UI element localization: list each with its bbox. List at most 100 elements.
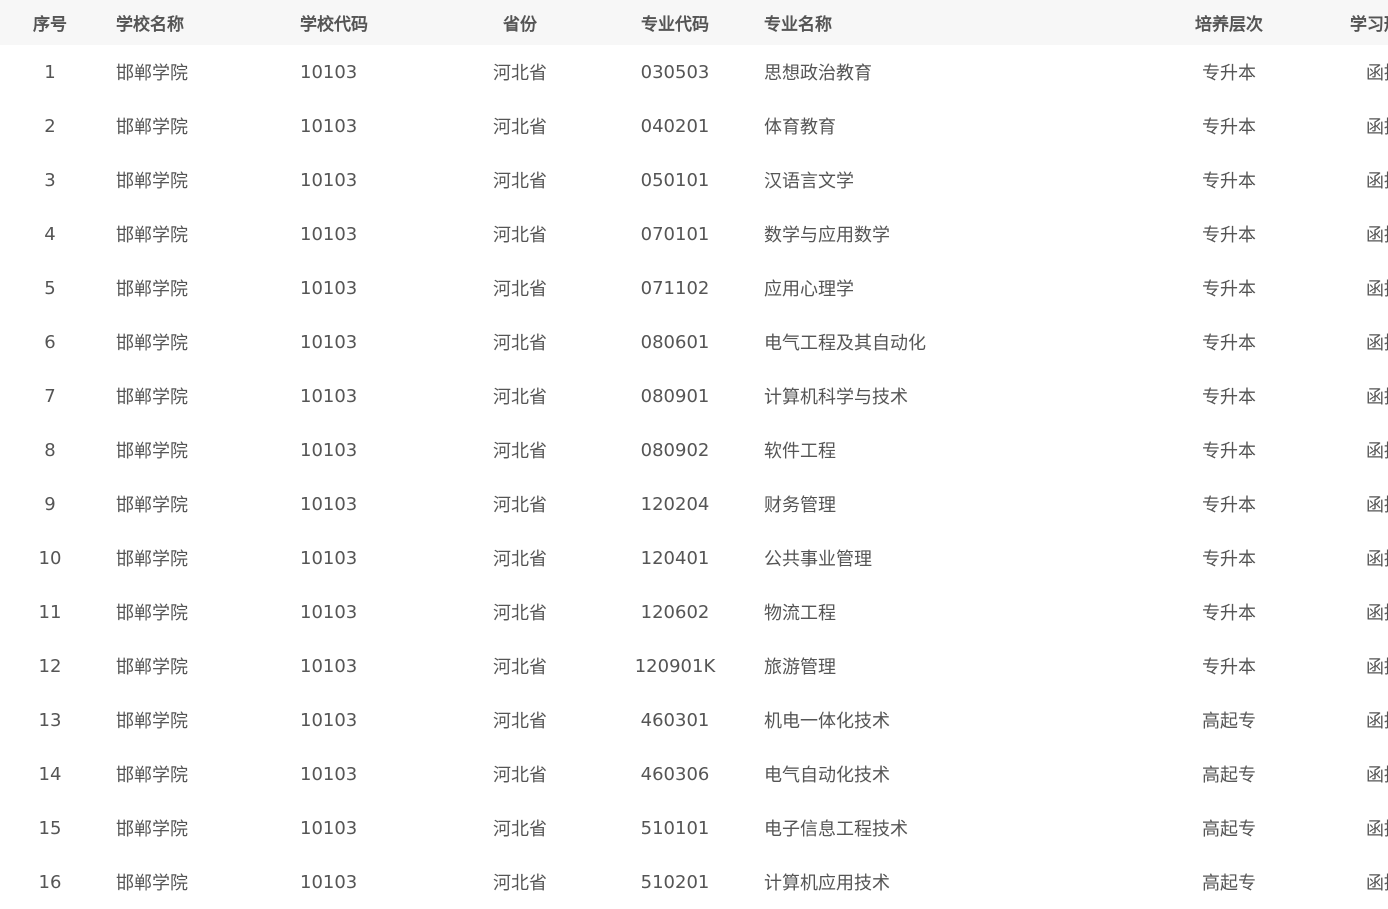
cell-level: 专升本 — [1202, 603, 1256, 624]
cell-province: 河北省 — [493, 603, 547, 624]
cell-major-code: 030503 — [640, 61, 710, 83]
header-major-code: 专业代码 — [641, 15, 709, 35]
cell-study-mode: 函授 — [1366, 549, 1388, 570]
cell-level: 专升本 — [1202, 495, 1256, 516]
cell-province: 河北省 — [493, 225, 547, 246]
cell-major-code: 080901 — [640, 385, 710, 407]
cell-level: 高起专 — [1202, 819, 1256, 840]
header-school-name: 学校名称 — [116, 15, 184, 35]
table-row: 13 邯郸学院 10103 河北省 460301 机电一体化技术 高起专 函授 — [0, 693, 1388, 747]
cell-province: 河北省 — [493, 711, 547, 732]
table-row: 15 邯郸学院 10103 河北省 510101 电子信息工程技术 高起专 函授 — [0, 801, 1388, 855]
cell-study-mode: 函授 — [1366, 63, 1388, 84]
cell-province: 河北省 — [493, 495, 547, 516]
cell-seq: 11 — [38, 601, 62, 623]
cell-province: 河北省 — [493, 117, 547, 138]
table-row: 4 邯郸学院 10103 河北省 070101 数学与应用数学 专升本 函授 — [0, 207, 1388, 261]
cell-school-code: 10103 — [300, 277, 358, 299]
cell-study-mode: 函授 — [1366, 819, 1388, 840]
cell-seq: 1 — [44, 61, 56, 83]
cell-level: 专升本 — [1202, 117, 1256, 138]
cell-school-name: 邯郸学院 — [116, 603, 188, 624]
cell-level: 专升本 — [1202, 171, 1256, 192]
cell-school-code: 10103 — [300, 709, 358, 731]
cell-major-name: 体育教育 — [764, 117, 836, 138]
cell-seq: 14 — [38, 763, 62, 785]
cell-school-code: 10103 — [300, 817, 358, 839]
header-study-mode: 学习形式 — [1350, 15, 1388, 35]
cell-major-code: 080601 — [640, 331, 710, 353]
cell-study-mode: 函授 — [1366, 171, 1388, 192]
cell-level: 专升本 — [1202, 387, 1256, 408]
cell-major-code: 460306 — [640, 763, 710, 785]
cell-seq: 3 — [44, 169, 56, 191]
cell-major-name: 机电一体化技术 — [764, 711, 890, 732]
table-row: 3 邯郸学院 10103 河北省 050101 汉语言文学 专升本 函授 — [0, 153, 1388, 207]
cell-major-name: 电气工程及其自动化 — [764, 333, 926, 354]
cell-school-code: 10103 — [300, 169, 358, 191]
cell-major-name: 旅游管理 — [764, 657, 836, 678]
cell-level: 专升本 — [1202, 225, 1256, 246]
cell-province: 河北省 — [493, 441, 547, 462]
cell-major-code: 120401 — [640, 547, 710, 569]
cell-major-name: 汉语言文学 — [764, 171, 854, 192]
cell-study-mode: 函授 — [1366, 603, 1388, 624]
cell-major-name: 物流工程 — [764, 603, 836, 624]
cell-major-code: 050101 — [640, 169, 710, 191]
cell-school-code: 10103 — [300, 763, 358, 785]
cell-province: 河北省 — [493, 63, 547, 84]
cell-school-name: 邯郸学院 — [116, 387, 188, 408]
cell-school-name: 邯郸学院 — [116, 279, 188, 300]
cell-level: 专升本 — [1202, 279, 1256, 300]
header-row: 序号 学校名称 学校代码 省份 专业代码 专业名称 培养层次 学习形式 — [0, 0, 1388, 45]
cell-school-name: 邯郸学院 — [116, 657, 188, 678]
cell-school-code: 10103 — [300, 871, 358, 893]
cell-study-mode: 函授 — [1366, 711, 1388, 732]
cell-school-code: 10103 — [300, 601, 358, 623]
cell-school-code: 10103 — [300, 115, 358, 137]
cell-major-name: 思想政治教育 — [764, 63, 872, 84]
cell-school-code: 10103 — [300, 223, 358, 245]
table-row: 11 邯郸学院 10103 河北省 120602 物流工程 专升本 函授 — [0, 585, 1388, 639]
cell-study-mode: 函授 — [1366, 657, 1388, 678]
cell-school-name: 邯郸学院 — [116, 711, 188, 732]
table-row: 8 邯郸学院 10103 河北省 080902 软件工程 专升本 函授 — [0, 423, 1388, 477]
table-header: 序号 学校名称 学校代码 省份 专业代码 专业名称 培养层次 学习形式 — [0, 0, 1388, 45]
cell-province: 河北省 — [493, 549, 547, 570]
cell-study-mode: 函授 — [1366, 495, 1388, 516]
cell-major-code: 071102 — [640, 277, 710, 299]
header-seq: 序号 — [33, 15, 67, 35]
cell-study-mode: 函授 — [1366, 333, 1388, 354]
cell-major-code: 080902 — [640, 439, 710, 461]
cell-school-name: 邯郸学院 — [116, 873, 188, 894]
cell-study-mode: 函授 — [1366, 441, 1388, 462]
cell-major-name: 应用心理学 — [764, 279, 854, 300]
table-row: 16 邯郸学院 10103 河北省 510201 计算机应用技术 高起专 函授 — [0, 855, 1388, 909]
cell-school-code: 10103 — [300, 61, 358, 83]
cell-seq: 10 — [38, 547, 62, 569]
cell-school-code: 10103 — [300, 439, 358, 461]
cell-school-code: 10103 — [300, 493, 358, 515]
cell-province: 河北省 — [493, 819, 547, 840]
cell-level: 高起专 — [1202, 873, 1256, 894]
header-province: 省份 — [503, 15, 537, 35]
cell-school-name: 邯郸学院 — [116, 117, 188, 138]
cell-school-code: 10103 — [300, 331, 358, 353]
table-row: 6 邯郸学院 10103 河北省 080601 电气工程及其自动化 专升本 函授 — [0, 315, 1388, 369]
majors-table: 序号 学校名称 学校代码 省份 专业代码 专业名称 培养层次 学习形式 1 邯郸学… — [0, 0, 1388, 909]
cell-level: 高起专 — [1202, 711, 1256, 732]
cell-school-name: 邯郸学院 — [116, 333, 188, 354]
cell-province: 河北省 — [493, 873, 547, 894]
cell-study-mode: 函授 — [1366, 765, 1388, 786]
cell-province: 河北省 — [493, 171, 547, 192]
table-row: 10 邯郸学院 10103 河北省 120401 公共事业管理 专升本 函授 — [0, 531, 1388, 585]
cell-school-name: 邯郸学院 — [116, 549, 188, 570]
cell-major-code: 040201 — [640, 115, 710, 137]
cell-major-name: 计算机应用技术 — [764, 873, 890, 894]
cell-study-mode: 函授 — [1366, 225, 1388, 246]
cell-major-code: 120204 — [640, 493, 710, 515]
cell-school-name: 邯郸学院 — [116, 819, 188, 840]
header-major-name: 专业名称 — [764, 15, 832, 35]
cell-major-code: 510101 — [640, 817, 710, 839]
cell-major-name: 计算机科学与技术 — [764, 387, 908, 408]
